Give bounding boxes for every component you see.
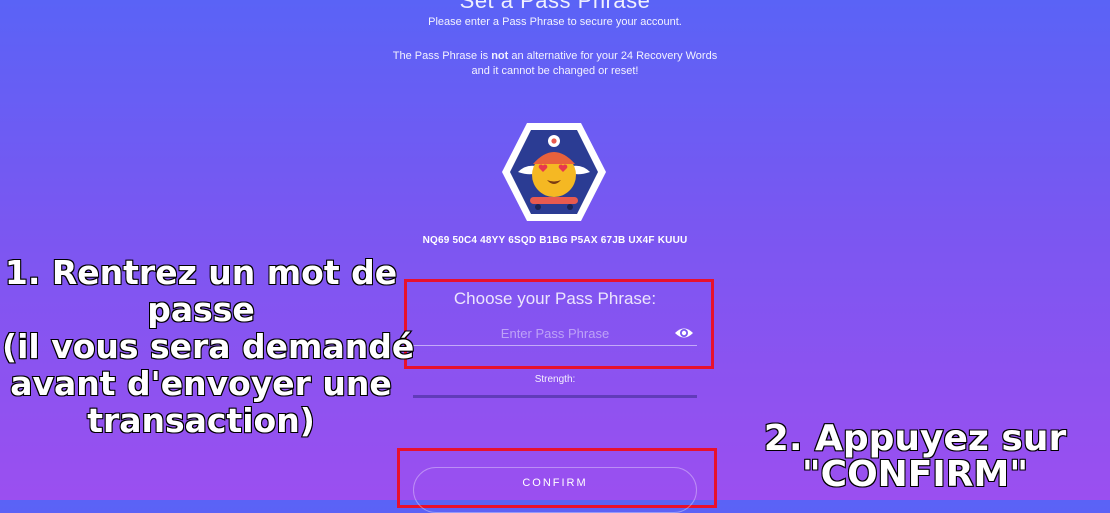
- annotation-step-2-line: 2. Appuyez sur: [763, 418, 1067, 459]
- eye-icon[interactable]: [674, 325, 694, 341]
- strength-label: Strength:: [534, 374, 576, 385]
- warning-text-emphasis: not: [491, 50, 509, 62]
- identicon-avatar-icon: [502, 123, 606, 221]
- account-address: NQ69 50C4 48YY 6SQD B1BG P5AX 67JB UX4F …: [422, 235, 688, 246]
- annotation-step-1: 1. Rentrez un mot de passe (il vous sera…: [1, 253, 415, 440]
- annotation-step-1-line: (il vous sera demandé: [1, 327, 415, 366]
- warning-text-start: The Pass Phrase is: [392, 50, 492, 62]
- warning-text-end: an alternative for your 24 Recovery Word…: [471, 50, 718, 77]
- pass-phrase-label: Choose your Pass Phrase:: [453, 289, 657, 308]
- annotation-step-2-line: "CONFIRM": [801, 454, 1029, 495]
- annotation-step-1-line: 1. Rentrez un mot de: [4, 253, 398, 292]
- annotation-step-2: 2. Appuyez sur "CONFIRM": [760, 418, 1070, 495]
- strength-meter: [413, 395, 697, 398]
- page-title: Set a Pass Phrase: [459, 0, 651, 13]
- pass-phrase-warning: The Pass Phrase is not an alternative fo…: [385, 49, 725, 79]
- page-subtitle: Please enter a Pass Phrase to secure you…: [428, 16, 682, 28]
- confirm-button[interactable]: CONFIRM: [413, 467, 697, 513]
- annotation-step-1-line: avant d'envoyer une: [9, 364, 393, 403]
- annotation-step-1-line: passe: [146, 290, 256, 329]
- pass-phrase-input[interactable]: [413, 322, 697, 346]
- annotation-step-1-line: transaction): [86, 401, 316, 440]
